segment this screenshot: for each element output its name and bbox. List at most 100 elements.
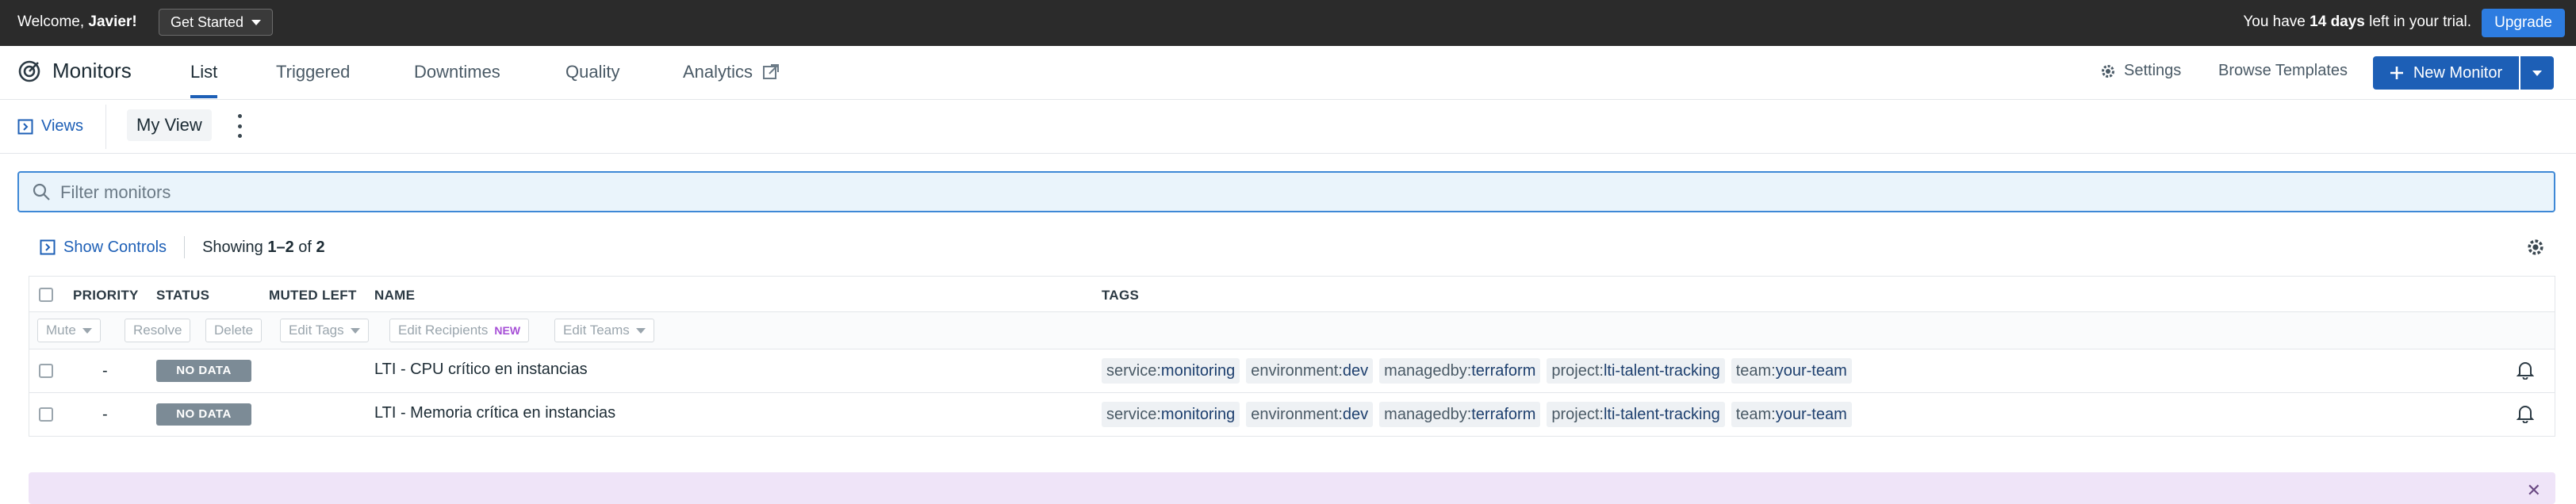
monitor-name-link[interactable]: LTI - Memoria crítica en instancias bbox=[374, 404, 615, 422]
edit-recipients-label: Edit Recipients bbox=[398, 323, 489, 338]
edit-teams-button[interactable]: Edit Teams bbox=[554, 319, 654, 342]
search-icon bbox=[33, 183, 50, 200]
tab-quality[interactable]: Quality bbox=[565, 62, 619, 98]
edit-tags-button[interactable]: Edit Tags bbox=[280, 319, 369, 342]
chevron-down-icon bbox=[635, 327, 646, 334]
views-bar: Views My View bbox=[0, 100, 2576, 154]
new-monitor-dropdown-button[interactable] bbox=[2520, 56, 2554, 90]
panel-expand-icon bbox=[40, 239, 56, 255]
tag-key: managedby: bbox=[1384, 406, 1472, 423]
tab-list[interactable]: List bbox=[190, 62, 218, 98]
edit-tags-label: Edit Tags bbox=[289, 323, 344, 338]
column-priority[interactable]: PRIORITY bbox=[73, 288, 139, 304]
filter-monitors-input[interactable] bbox=[59, 179, 2520, 206]
trial-message: You have 14 days left in your trial. bbox=[2243, 13, 2471, 31]
monitor-name-link[interactable]: LTI - CPU crítico en instancias bbox=[374, 361, 588, 379]
resolve-button[interactable]: Resolve bbox=[125, 319, 191, 342]
tag-value: terraform bbox=[1471, 406, 1536, 423]
tab-label: List bbox=[190, 62, 218, 82]
showing-prefix: Showing bbox=[202, 238, 268, 256]
info-banner: ✕ bbox=[29, 472, 2555, 504]
mute-button[interactable]: Mute bbox=[37, 319, 101, 342]
edit-recipients-button[interactable]: Edit Recipients NEW bbox=[389, 319, 530, 342]
tag-key: environment: bbox=[1251, 362, 1343, 380]
tag[interactable]: team:your-team bbox=[1731, 358, 1852, 384]
tag-key: team: bbox=[1735, 362, 1776, 380]
column-muted-left[interactable]: MUTED LEFT bbox=[269, 288, 357, 304]
table-row[interactable]: - NO DATA LTI - Memoria crítica en insta… bbox=[29, 393, 2555, 436]
show-controls-label: Show Controls bbox=[63, 238, 167, 256]
settings-link[interactable]: Settings bbox=[2100, 62, 2181, 80]
tag[interactable]: managedby:terraform bbox=[1379, 358, 1541, 384]
tag-value: terraform bbox=[1471, 362, 1536, 380]
bell-icon[interactable] bbox=[2517, 361, 2534, 380]
chevron-down-icon bbox=[2532, 70, 2542, 76]
browse-templates-link[interactable]: Browse Templates bbox=[2218, 62, 2348, 80]
column-name[interactable]: NAME bbox=[374, 288, 415, 304]
plus-icon bbox=[2390, 67, 2403, 79]
tag[interactable]: service:monitoring bbox=[1102, 402, 1240, 427]
status-badge: NO DATA bbox=[156, 360, 251, 382]
tag[interactable]: environment:dev bbox=[1246, 402, 1374, 427]
new-monitor-button[interactable]: New Monitor bbox=[2373, 56, 2519, 90]
tab-analytics[interactable]: Analytics bbox=[683, 62, 780, 98]
tag-key: environment: bbox=[1251, 406, 1343, 423]
new-monitor-label: New Monitor bbox=[2413, 63, 2503, 82]
tag-key: project: bbox=[1551, 406, 1604, 423]
tag[interactable]: project:lti-talent-tracking bbox=[1547, 358, 1725, 384]
select-all-checkbox[interactable] bbox=[39, 288, 53, 302]
tag-value: monitoring bbox=[1160, 406, 1236, 423]
bell-icon[interactable] bbox=[2517, 404, 2534, 423]
page-title: Monitors bbox=[52, 59, 132, 82]
table-row[interactable]: - NO DATA LTI - CPU crítico en instancia… bbox=[29, 349, 2555, 393]
views-toggle[interactable]: Views bbox=[17, 117, 83, 136]
resolve-label: Resolve bbox=[133, 323, 182, 338]
trial-prefix: You have bbox=[2243, 13, 2310, 30]
filter-bar bbox=[17, 171, 2555, 212]
settings-label: Settings bbox=[2124, 62, 2182, 79]
tag-key: project: bbox=[1551, 362, 1604, 380]
top-bar: Welcome, Javier! Get Started You have 14… bbox=[0, 0, 2576, 46]
showing-total: 2 bbox=[316, 238, 325, 256]
row-checkbox[interactable] bbox=[39, 407, 53, 422]
views-label: Views bbox=[41, 117, 83, 135]
tab-triggered[interactable]: Triggered bbox=[276, 62, 350, 98]
tag[interactable]: project:lti-talent-tracking bbox=[1547, 402, 1725, 427]
tag[interactable]: team:your-team bbox=[1731, 402, 1852, 427]
tag-value: dev bbox=[1342, 406, 1369, 423]
column-status[interactable]: STATUS bbox=[156, 288, 209, 304]
divider bbox=[184, 236, 186, 258]
gear-icon[interactable] bbox=[2526, 238, 2545, 257]
showing-of: of bbox=[293, 238, 316, 256]
tab-downtimes[interactable]: Downtimes bbox=[414, 62, 500, 98]
monitors-icon bbox=[18, 60, 40, 82]
tag-value: your-team bbox=[1775, 362, 1847, 380]
get-started-button[interactable]: Get Started bbox=[159, 9, 274, 36]
tag[interactable]: service:monitoring bbox=[1102, 358, 1240, 384]
trial-suffix: left in your trial. bbox=[2364, 13, 2471, 30]
tag-list: service:monitoring environment:dev manag… bbox=[1102, 402, 1852, 427]
tag-value: lti-talent-tracking bbox=[1603, 362, 1720, 380]
gear-icon bbox=[2102, 64, 2114, 78]
welcome-name: Javier! bbox=[88, 13, 137, 30]
delete-button[interactable]: Delete bbox=[205, 319, 263, 342]
tag[interactable]: environment:dev bbox=[1246, 358, 1374, 384]
close-icon[interactable]: ✕ bbox=[2527, 480, 2541, 501]
more-options-icon[interactable] bbox=[235, 114, 244, 138]
upgrade-button[interactable]: Upgrade bbox=[2482, 9, 2565, 37]
chevron-down-icon bbox=[82, 327, 92, 334]
panel-expand-icon bbox=[17, 119, 33, 134]
result-count: Showing 1–2 of 2 bbox=[202, 239, 325, 257]
tab-label: Quality bbox=[565, 62, 620, 82]
priority-value: - bbox=[102, 406, 108, 423]
column-tags[interactable]: TAGS bbox=[1102, 288, 1139, 304]
divider bbox=[105, 105, 106, 149]
new-badge: NEW bbox=[494, 324, 521, 337]
current-view-tab[interactable]: My View bbox=[127, 109, 212, 141]
tag[interactable]: managedby:terraform bbox=[1379, 402, 1541, 427]
external-link-icon bbox=[763, 64, 780, 79]
priority-value: - bbox=[102, 362, 108, 380]
tab-label: Downtimes bbox=[414, 62, 500, 82]
show-controls-button[interactable]: Show Controls bbox=[40, 239, 167, 257]
row-checkbox[interactable] bbox=[39, 364, 53, 378]
